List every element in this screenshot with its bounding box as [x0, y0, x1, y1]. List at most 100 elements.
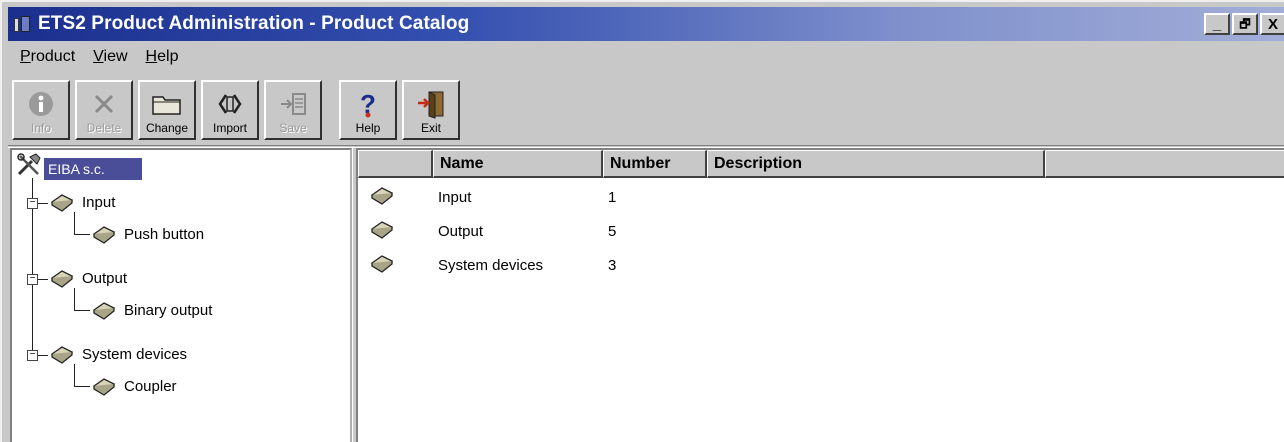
- info-button[interactable]: Info: [12, 80, 70, 140]
- tree-node-coupler[interactable]: Coupler: [92, 376, 177, 396]
- window-title: ETS2 Product Administration - Product Ca…: [38, 13, 470, 34]
- tree-child-line: [74, 364, 75, 386]
- column-header-extra[interactable]: [1045, 150, 1284, 178]
- tree-node-input-label: Input: [82, 193, 116, 211]
- tree-node-output-label: Output: [82, 269, 128, 287]
- close-button[interactable]: X: [1260, 13, 1284, 35]
- product-list[interactable]: Name Number Description Input 1 Output 5…: [356, 148, 1284, 442]
- exit-button-label: Exit: [420, 121, 441, 135]
- table-row[interactable]: System devices 3: [358, 250, 1284, 280]
- app-icon[interactable]: [14, 16, 32, 32]
- tree-child-branch: [74, 310, 90, 311]
- save-button[interactable]: Save: [264, 80, 322, 140]
- row-name: System devices: [438, 256, 544, 274]
- column-header-number-label: Number: [610, 154, 671, 172]
- book-icon: [370, 221, 394, 239]
- catalog-tree[interactable]: EIBA s.c. − Input Push button − Output B…: [10, 148, 352, 442]
- import-icon: [210, 89, 250, 119]
- menu-product[interactable]: Product: [18, 46, 77, 68]
- column-header-number[interactable]: Number: [603, 150, 707, 178]
- list-header: Name Number Description: [358, 150, 1284, 178]
- collapse-icon: −: [29, 273, 36, 284]
- row-name: Input: [438, 188, 472, 206]
- table-row[interactable]: Input 1: [358, 182, 1284, 212]
- application-window: ETS2 Product Administration - Product Ca…: [0, 0, 1284, 442]
- book-icon: [92, 226, 116, 244]
- tree-node-system-devices-label: System devices: [82, 345, 188, 363]
- delete-button-label: Delete: [86, 121, 122, 135]
- exit-button[interactable]: Exit: [402, 80, 460, 140]
- collapse-icon: −: [29, 197, 36, 208]
- menu-view-label: iew: [103, 48, 128, 65]
- tree-node-output[interactable]: Output: [50, 268, 127, 288]
- row-number: 3: [608, 256, 617, 274]
- tree-child-branch: [74, 234, 90, 235]
- collapse-icon: −: [29, 349, 36, 360]
- tree-node-push-button[interactable]: Push button: [92, 224, 204, 244]
- table-row[interactable]: Output 5: [358, 216, 1284, 246]
- row-name: Output: [438, 222, 484, 240]
- minimize-icon: _: [1212, 15, 1222, 33]
- menu-view-mnemonic: V: [93, 48, 104, 65]
- book-icon: [50, 346, 74, 364]
- tree-child-branch: [74, 386, 90, 387]
- tree-child-line: [74, 288, 75, 310]
- menu-help-label: elp: [157, 48, 179, 65]
- menu-bar: Product View Help: [18, 46, 180, 68]
- tree-node-binary-output-label: Binary output: [124, 301, 213, 319]
- menu-product-mnemonic: P: [20, 48, 31, 65]
- menu-product-label: roduct: [30, 48, 76, 65]
- row-number: 5: [608, 222, 617, 240]
- column-header-name[interactable]: Name: [433, 150, 603, 178]
- expander-output[interactable]: −: [27, 274, 38, 285]
- change-button-label: Change: [145, 121, 189, 135]
- tree-node-binary-output[interactable]: Binary output: [92, 300, 212, 320]
- book-icon: [92, 302, 116, 320]
- tree-branch-line: [38, 279, 48, 280]
- info-icon: [21, 89, 61, 119]
- toolbar: Info Delete Change Import Save ? Help Ex…: [12, 80, 465, 142]
- tree-node-system-devices[interactable]: System devices: [50, 344, 187, 364]
- book-icon: [370, 187, 394, 205]
- restore-icon: 🗗: [1239, 17, 1251, 31]
- change-button[interactable]: Change: [138, 80, 196, 140]
- tools-icon: [17, 153, 41, 176]
- title-bar[interactable]: ETS2 Product Administration - Product Ca…: [8, 7, 1284, 41]
- menu-help-mnemonic: H: [145, 48, 158, 65]
- exit-icon: [411, 89, 451, 119]
- restore-button[interactable]: 🗗: [1232, 13, 1258, 35]
- column-header-description[interactable]: Description: [707, 150, 1045, 178]
- tree-root-label[interactable]: EIBA s.c.: [44, 158, 142, 180]
- book-icon: [92, 378, 116, 396]
- column-header-description-label: Description: [714, 154, 803, 172]
- folder-icon: [147, 89, 187, 119]
- column-header-icon[interactable]: [358, 150, 433, 178]
- tree-node-input[interactable]: Input: [50, 192, 115, 212]
- menu-view[interactable]: View: [91, 46, 129, 68]
- tree-branch-line: [38, 355, 48, 356]
- tree-child-line: [74, 212, 75, 234]
- info-button-label: Info: [30, 121, 51, 135]
- save-button-label: Save: [279, 121, 307, 135]
- import-button-label: Import: [212, 121, 247, 135]
- help-button-label: Help: [355, 121, 381, 135]
- delete-icon: [84, 89, 124, 119]
- column-header-name-label: Name: [440, 154, 484, 172]
- expander-input[interactable]: −: [27, 198, 38, 209]
- close-icon: X: [1267, 15, 1278, 33]
- book-icon: [50, 194, 74, 212]
- book-icon: [370, 255, 394, 273]
- tree-node-push-button-label: Push button: [124, 225, 205, 243]
- import-button[interactable]: Import: [201, 80, 259, 140]
- tree-node-coupler-label: Coupler: [124, 377, 177, 395]
- save-icon: [273, 89, 313, 119]
- help-button[interactable]: ? Help: [339, 80, 397, 140]
- row-number: 1: [608, 188, 617, 206]
- expander-system-devices[interactable]: −: [27, 350, 38, 361]
- tree-branch-line: [38, 203, 48, 204]
- menu-help[interactable]: Help: [144, 46, 181, 68]
- help-icon: ?: [348, 89, 388, 119]
- minimize-button[interactable]: _: [1204, 13, 1230, 35]
- book-icon: [50, 270, 74, 288]
- delete-button[interactable]: Delete: [75, 80, 133, 140]
